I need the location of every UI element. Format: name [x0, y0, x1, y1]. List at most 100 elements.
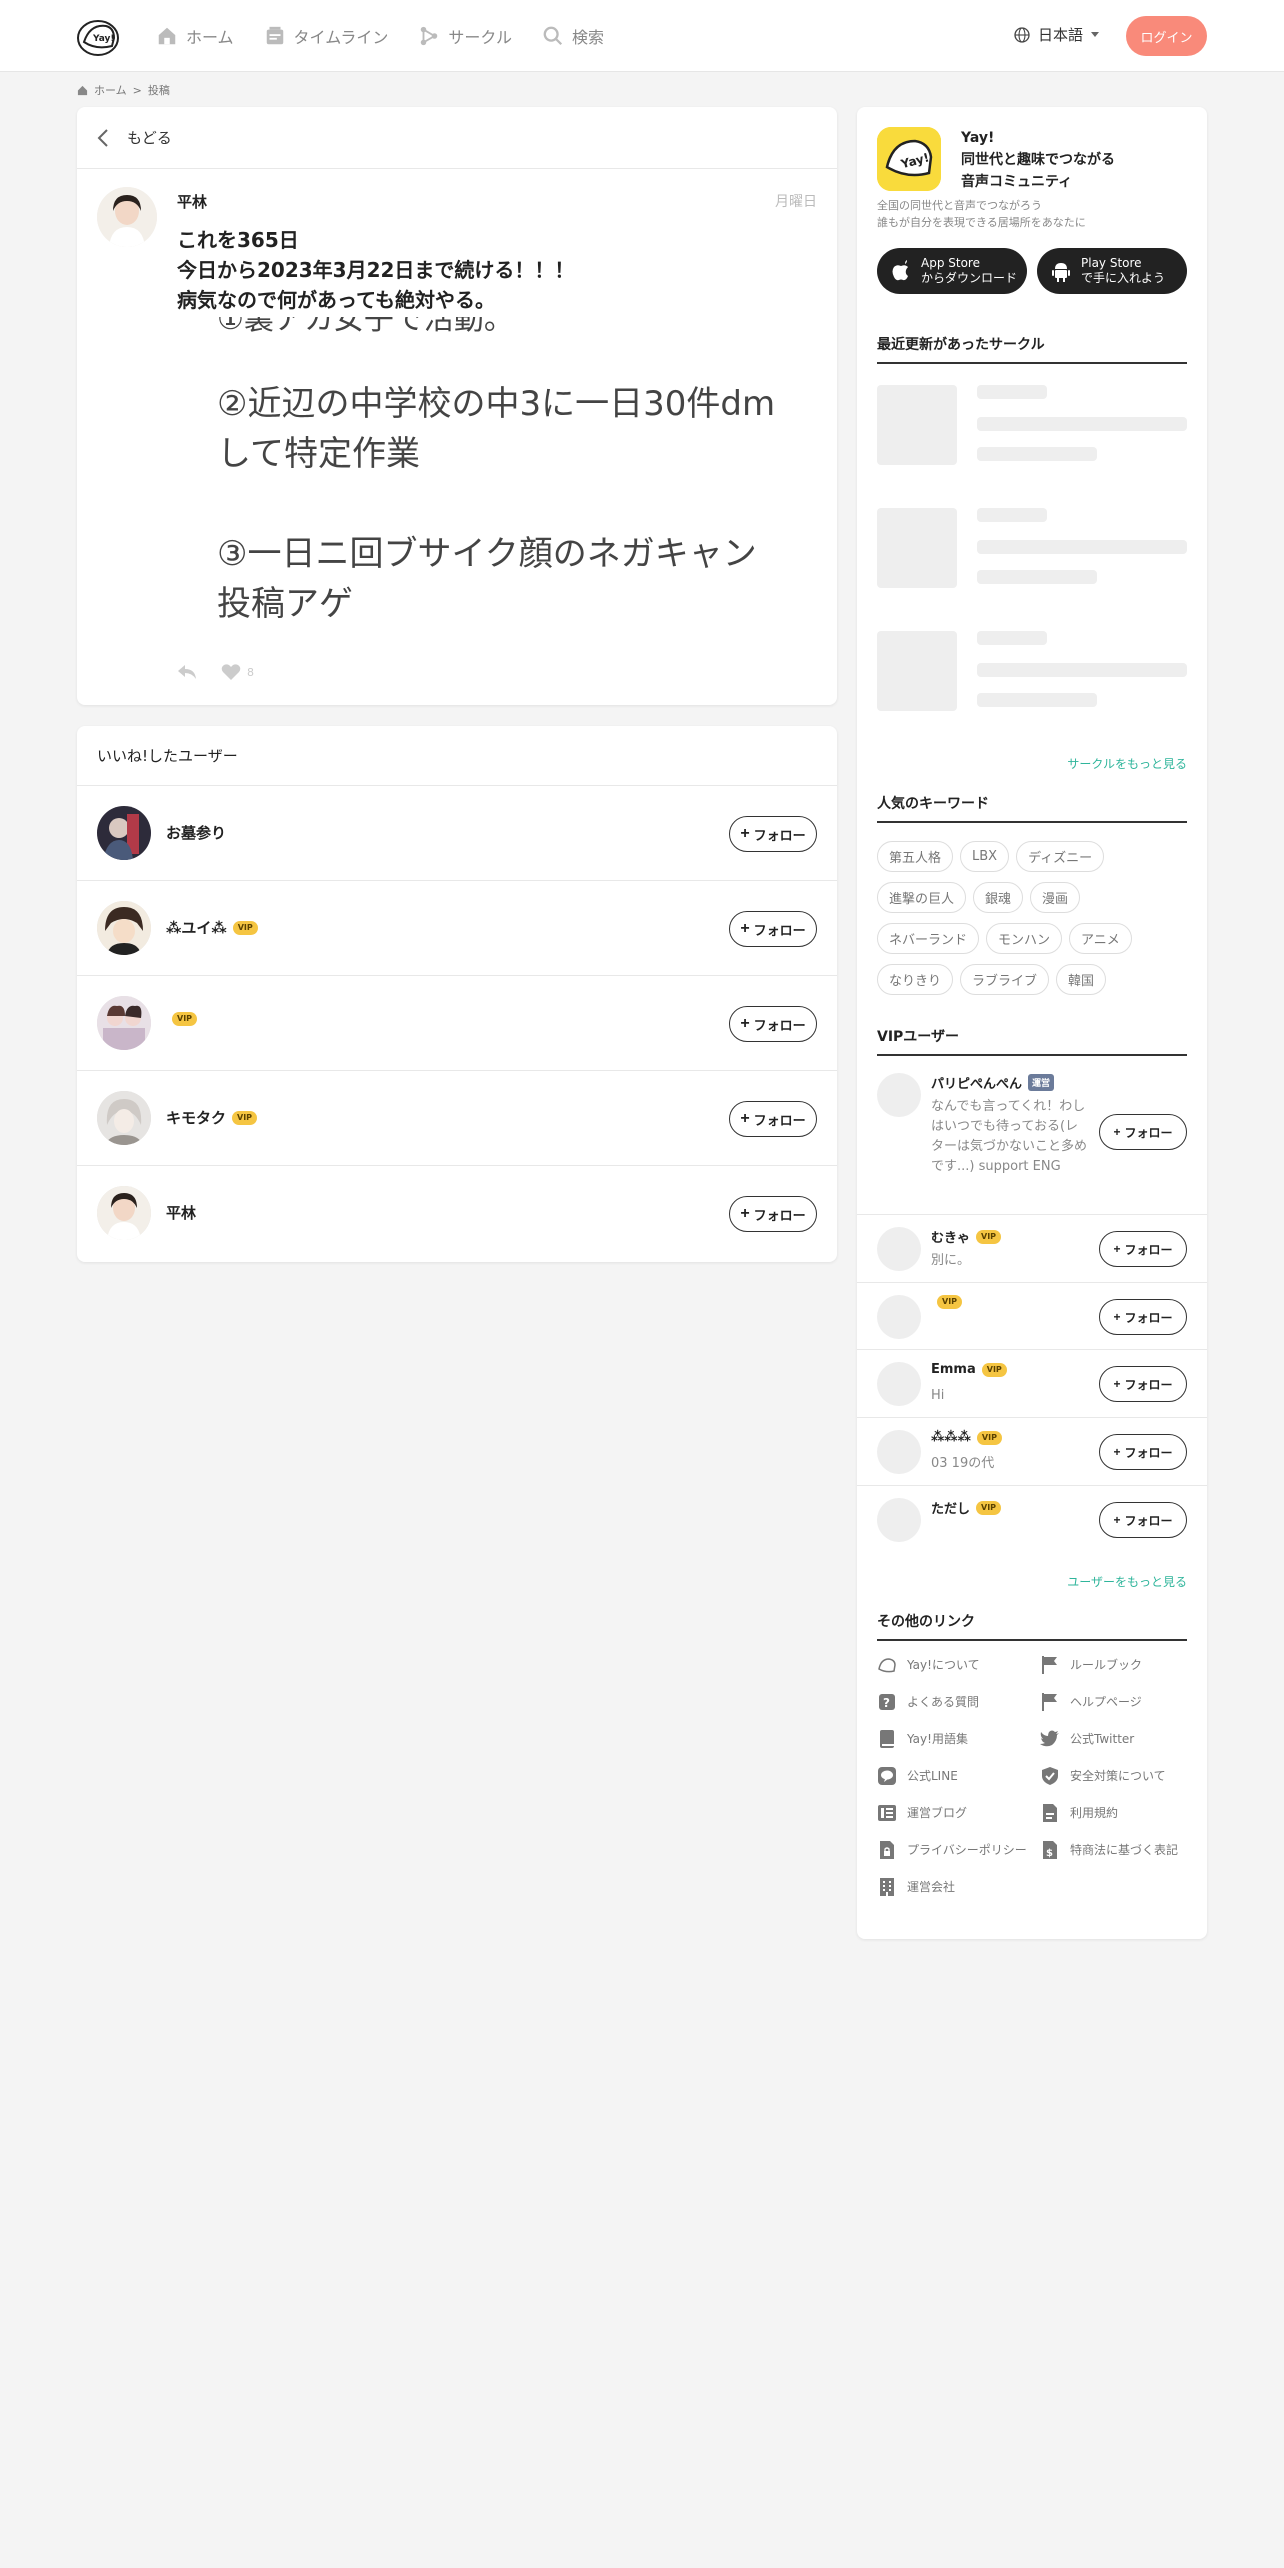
back-button[interactable]: もどる [77, 107, 837, 169]
liker-name[interactable]: VIP [166, 1012, 198, 1026]
follow-button[interactable]: + フォロー [1099, 1299, 1187, 1335]
vip-user-name-text: ⁂⁂⁂ [931, 1430, 971, 1445]
avatar[interactable] [97, 187, 157, 247]
keyword-tag[interactable]: ネバーランド [877, 923, 980, 954]
vip-user-name-text: Emma [931, 1362, 976, 1377]
avatar[interactable] [877, 1073, 921, 1117]
keyword-tag[interactable]: アニメ [1069, 923, 1132, 954]
app-store-button[interactable]: App Store からダウンロード [877, 248, 1027, 294]
vip-badge: VIP [232, 1110, 258, 1125]
circle-icon [421, 26, 438, 46]
avatar[interactable] [877, 1498, 921, 1542]
list-item[interactable]: ⁂⁂⁂ VIP 03 19の代 + フォロー [857, 1418, 1207, 1486]
list-item[interactable]: むきゃ VIP 別に。 + フォロー [857, 1215, 1207, 1283]
play-store-button[interactable]: Play Store で手に入れよう [1037, 248, 1187, 294]
list-item[interactable]: ⁂ユイ⁂ VIP + フォロー [77, 881, 837, 976]
vip-user-name[interactable]: Emma VIP [931, 1362, 1007, 1377]
avatar[interactable] [97, 996, 151, 1050]
follow-button[interactable]: + フォロー [1099, 1114, 1187, 1150]
main-nav: ホーム タイムライン サークル 検索 [156, 0, 604, 72]
follow-button[interactable]: + フォロー [1099, 1366, 1187, 1402]
yay-logo-icon[interactable]: Yay! [76, 14, 120, 58]
breadcrumb-home[interactable]: ホーム [94, 82, 127, 98]
list-item[interactable]: キモタク VIP + フォロー [77, 1071, 837, 1166]
avatar[interactable] [97, 806, 151, 860]
keyword-tag[interactable]: ラブライブ [960, 964, 1050, 995]
liker-name[interactable]: キモタク VIP [166, 1107, 258, 1128]
follow-button[interactable]: + フォロー [729, 816, 817, 852]
follow-label: フォロー [753, 922, 806, 938]
image-text-line: ②近辺の中学校の中3に一日30件dm [217, 384, 776, 424]
keyword-tag[interactable]: 銀魂 [973, 882, 1024, 913]
language-select[interactable]: 日本語 [1014, 24, 1100, 45]
follow-label: フォロー [1124, 1513, 1173, 1528]
link-terms[interactable]: 利用規約 [1040, 1803, 1197, 1827]
keyword-tag[interactable]: 韓国 [1056, 964, 1107, 995]
follow-button[interactable]: + フォロー [1099, 1502, 1187, 1538]
avatar[interactable] [97, 901, 151, 955]
liker-name[interactable]: お墓参り [166, 822, 226, 843]
follow-button[interactable]: + フォロー [729, 1101, 817, 1137]
follow-button[interactable]: + フォロー [729, 1196, 817, 1232]
vip-user-name[interactable]: VIP [931, 1295, 963, 1309]
link-help[interactable]: ヘルプページ [1040, 1692, 1197, 1716]
post-image[interactable]: ①裏アカ女子で活動。 ②近辺の中学校の中3に一日30件dm して特定作業 ③一日… [177, 317, 817, 647]
list-item[interactable]: ただし VIP + フォロー [857, 1486, 1207, 1554]
link-commerce[interactable]: $ 特商法に基づく表記 [1040, 1840, 1197, 1864]
avatar[interactable] [877, 1227, 921, 1271]
list-item[interactable]: VIP + フォロー [77, 976, 837, 1071]
keyword-tag[interactable]: 第五人格 [877, 841, 954, 872]
vip-user-name[interactable]: むきゃ VIP [931, 1227, 1002, 1246]
link-faq[interactable]: ? よくある質問 [877, 1692, 1040, 1716]
follow-button[interactable]: + フォロー [1099, 1434, 1187, 1470]
link-safety[interactable]: 安全対策について [1040, 1766, 1197, 1790]
keyword-tag[interactable]: 漫画 [1030, 882, 1081, 913]
liker-name[interactable]: ⁂ユイ⁂ VIP [166, 917, 258, 938]
list-item[interactable]: Emma VIP Hi + フォロー [857, 1350, 1207, 1418]
vip-user-name[interactable]: パリピぺんぺん 運営 [931, 1073, 1055, 1092]
link-about[interactable]: Yay!について [877, 1655, 1040, 1679]
link-privacy[interactable]: プライバシーポリシー [877, 1840, 1040, 1864]
link-company[interactable]: 運営会社 [877, 1877, 1040, 1901]
circles-more-link[interactable]: サークルをもっと見る [1067, 755, 1187, 772]
like-button[interactable]: 8 [221, 663, 254, 681]
circle-placeholder[interactable] [877, 631, 1187, 713]
link-line[interactable]: 公式LINE [877, 1766, 1040, 1790]
link-glossary[interactable]: Yay!用語集 [877, 1729, 1040, 1753]
nav-home[interactable]: ホーム [156, 24, 234, 48]
nav-search[interactable]: 検索 [542, 24, 604, 48]
keyword-tag[interactable]: LBX [960, 841, 1010, 872]
avatar[interactable] [877, 1362, 921, 1406]
avatar[interactable] [97, 1091, 151, 1145]
follow-button[interactable]: + フォロー [729, 1006, 817, 1042]
avatar[interactable] [877, 1430, 921, 1474]
keyword-tag[interactable]: 進撃の巨人 [877, 882, 967, 913]
keyword-tag[interactable]: モンハン [986, 923, 1063, 954]
liker-name[interactable]: 平林 [166, 1202, 196, 1223]
circle-placeholder[interactable] [877, 508, 1187, 590]
follow-button[interactable]: + フォロー [1099, 1231, 1187, 1267]
users-more-link[interactable]: ユーザーをもっと見る [1067, 1573, 1187, 1590]
post-username[interactable]: 平林 [177, 191, 207, 212]
reply-icon[interactable] [177, 663, 197, 681]
keyword-tag[interactable]: ディズニー [1016, 841, 1105, 872]
link-blog[interactable]: 運営ブログ [877, 1803, 1040, 1827]
circle-placeholder[interactable] [877, 385, 1187, 467]
link-rulebook[interactable]: ルールブック [1040, 1655, 1197, 1679]
follow-button[interactable]: + フォロー [729, 911, 817, 947]
like-count: 8 [247, 665, 254, 679]
nav-timeline[interactable]: タイムライン [264, 24, 388, 48]
nav-circle[interactable]: サークル [418, 24, 512, 48]
list-item[interactable]: お墓参り + フォロー [77, 786, 837, 881]
vip-user-name[interactable]: ただし VIP [931, 1498, 1002, 1517]
avatar[interactable] [877, 1295, 921, 1339]
sidebar: Yay! Yay! 同世代と趣味でつながる 音声コミュニティ 全国の同世代と音声… [857, 107, 1207, 1939]
keyword-tag[interactable]: なりきり [877, 964, 954, 995]
avatar[interactable] [97, 1186, 151, 1240]
list-item[interactable]: VIP + フォロー [857, 1283, 1207, 1350]
login-button[interactable]: ログイン [1126, 16, 1207, 56]
link-twitter[interactable]: 公式Twitter [1040, 1729, 1197, 1753]
list-item[interactable]: パリピぺんぺん 運営 なんでも言ってくれ！わしはいつでも待っておる(レターは気づか… [857, 1061, 1207, 1215]
list-item[interactable]: 平林 + フォロー [77, 1166, 837, 1261]
vip-user-name[interactable]: ⁂⁂⁂ VIP [931, 1430, 1002, 1445]
